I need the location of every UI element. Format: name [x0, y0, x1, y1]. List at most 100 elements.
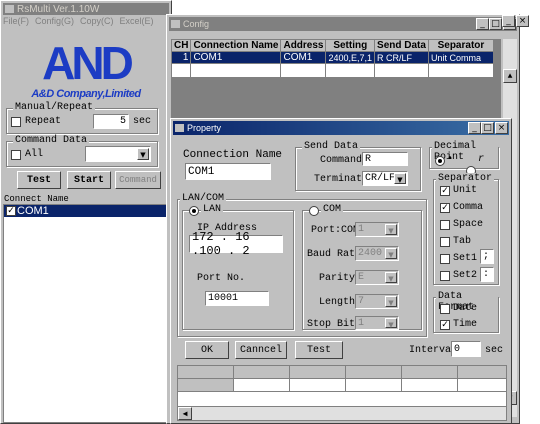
- port-com-value: 1: [358, 224, 365, 235]
- start-button[interactable]: Start: [67, 171, 111, 189]
- decimal-point-group: Decimal Point • r: [429, 141, 499, 176]
- command-data-select[interactable]: ▼: [85, 146, 151, 162]
- config-title-bar: Config _ □ ×: [169, 17, 517, 31]
- column-header-setting[interactable]: Setting: [325, 39, 376, 52]
- minimize-icon[interactable]: _: [468, 122, 481, 134]
- close-icon[interactable]: ×: [516, 15, 529, 27]
- port-no-label: Port No.: [197, 273, 246, 284]
- date-checkbox[interactable]: [440, 304, 450, 314]
- menu-copy[interactable]: Copy(C): [80, 16, 114, 28]
- test-button[interactable]: Test: [17, 171, 61, 189]
- maximize-icon[interactable]: □: [481, 122, 494, 134]
- data-grid-header: [178, 366, 506, 379]
- main-window-title: RsMulti Ver.1.10W: [17, 3, 100, 15]
- grid-cell: [402, 379, 458, 391]
- terminator-select[interactable]: CR/LF ▼: [362, 171, 408, 186]
- parity-select[interactable]: E ▼: [355, 270, 399, 285]
- chevron-down-icon: ▼: [137, 148, 149, 160]
- length-value: 7: [358, 296, 365, 307]
- repeat-checkbox[interactable]: [11, 117, 21, 127]
- set1-input[interactable]: ;: [480, 249, 494, 264]
- com-radio[interactable]: [309, 206, 319, 216]
- tab-checkbox[interactable]: [440, 237, 450, 247]
- parity-value: E: [358, 272, 365, 283]
- property-window: Property _ □ × Connection Name COM1 Send…: [170, 118, 512, 424]
- connect-list-item[interactable]: ✓ COM1: [4, 205, 170, 217]
- data-grid-hscrollbar[interactable]: ◀: [178, 406, 506, 420]
- connect-list[interactable]: ✓ COM1: [3, 204, 171, 423]
- minimize-icon[interactable]: _: [476, 18, 489, 30]
- space-checkbox[interactable]: [440, 220, 450, 230]
- send-data-group: Send Data Command R Terminator CR/LF ▼: [295, 141, 421, 191]
- test-property-button[interactable]: Test: [295, 341, 343, 359]
- grid-header-cell: [402, 366, 458, 378]
- menu-excel[interactable]: Excel(E): [120, 16, 154, 28]
- repeat-interval-input[interactable]: 5: [93, 114, 129, 129]
- table-row[interactable]: [178, 379, 506, 392]
- baud-rate-select[interactable]: 2400 ▼: [355, 246, 399, 261]
- command-button-label: Command: [119, 175, 157, 185]
- all-label: All: [25, 149, 44, 160]
- command-input[interactable]: R: [362, 152, 408, 166]
- chevron-down-icon: ▼: [385, 272, 397, 283]
- stop-bit-select[interactable]: 1 ▼: [355, 316, 399, 330]
- cell-empty: [190, 63, 282, 78]
- set2-input[interactable]: :: [480, 267, 494, 282]
- grid-header-cell: [234, 366, 290, 378]
- scroll-up-icon[interactable]: ▲: [503, 69, 517, 83]
- time-label: Time: [453, 319, 478, 330]
- table-row[interactable]: 1 COM1 COM1 2400,E,7,1 R CR/LF Unit Comm…: [170, 51, 494, 64]
- cell-send-data: R CR/LF: [374, 51, 429, 64]
- table-row[interactable]: [170, 63, 494, 78]
- grid-row-header: [178, 379, 234, 391]
- cancel-button[interactable]: Canncel: [235, 341, 287, 359]
- ok-button[interactable]: OK: [185, 341, 229, 359]
- time-checkbox[interactable]: ✓: [440, 320, 450, 330]
- grid-cell: [234, 379, 290, 391]
- stop-bit-label: Stop Bit: [307, 319, 356, 330]
- manual-repeat-label: Manual/Repeat: [13, 102, 96, 113]
- decimal-comma-label: r: [478, 154, 485, 165]
- column-header-connection-name[interactable]: Connection Name: [190, 39, 282, 52]
- interval-input[interactable]: 0: [451, 341, 481, 357]
- set1-value: ;: [483, 251, 490, 262]
- terminator-value: CR/LF: [365, 173, 396, 184]
- length-label: Length: [319, 297, 356, 308]
- stop-bit-value: 1: [358, 317, 365, 329]
- and-logo-icon: AND: [42, 37, 136, 89]
- port-no-input[interactable]: 10001: [205, 291, 269, 306]
- scroll-left-icon[interactable]: ◀: [178, 407, 192, 420]
- column-header-separator[interactable]: Separator: [427, 39, 494, 52]
- column-header-address[interactable]: Address: [280, 39, 327, 52]
- cell-ch: 1: [170, 51, 192, 64]
- all-checkbox[interactable]: [11, 150, 21, 160]
- port-com-select[interactable]: 1 ▼: [355, 222, 399, 237]
- set2-checkbox[interactable]: [440, 271, 450, 281]
- logo-caption: A&D Company,Limited: [31, 88, 141, 100]
- command-data-group: Command Data All ▼: [6, 135, 158, 167]
- check-icon[interactable]: ✓: [6, 206, 16, 216]
- unit-checkbox[interactable]: ✓: [440, 186, 450, 196]
- set1-checkbox[interactable]: [440, 254, 450, 264]
- column-header-ch[interactable]: CH: [170, 39, 192, 52]
- menu-file[interactable]: File(F): [3, 16, 29, 28]
- close-icon[interactable]: ×: [495, 122, 508, 134]
- connect-list-item-label: COM1: [17, 205, 49, 217]
- comma-checkbox[interactable]: ✓: [440, 203, 450, 213]
- length-select[interactable]: 7 ▼: [355, 294, 399, 309]
- column-header-send-data[interactable]: Send Data: [374, 39, 429, 52]
- background-window-controls: _ ×: [500, 14, 540, 30]
- data-grid[interactable]: ◀: [177, 365, 507, 421]
- decimal-dot-radio[interactable]: [435, 156, 445, 166]
- lan-radio[interactable]: [189, 206, 199, 216]
- connection-name-input[interactable]: COM1: [185, 163, 271, 180]
- config-table-header: CH Connection Name Address Setting Send …: [170, 39, 494, 52]
- app-icon: [171, 20, 180, 28]
- test-property-button-label: Test: [306, 344, 331, 356]
- menu-config[interactable]: Config(G): [35, 16, 74, 28]
- main-window: RsMulti Ver.1.10W File(F) Config(G) Copy…: [0, 0, 172, 424]
- ip-address-input[interactable]: 172 . 16 .100 . 2: [189, 230, 283, 258]
- minimize-icon[interactable]: _: [502, 15, 515, 27]
- command-button[interactable]: Command: [115, 171, 161, 189]
- property-window-title: Property: [187, 123, 222, 133]
